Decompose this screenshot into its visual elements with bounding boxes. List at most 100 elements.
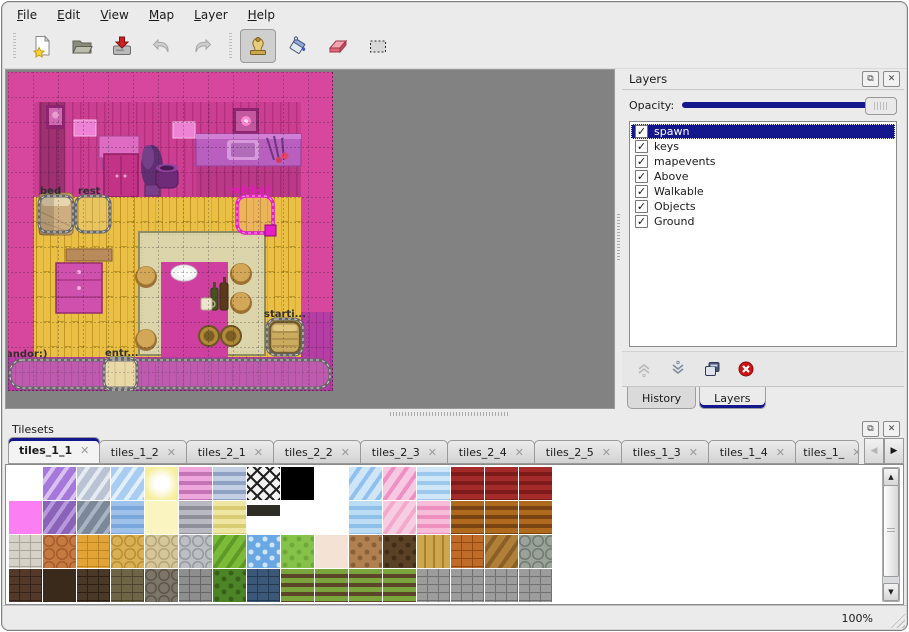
layer-row[interactable]: ✓ spawn bbox=[631, 124, 895, 139]
redo-button[interactable] bbox=[184, 29, 220, 63]
tileset-tile[interactable] bbox=[519, 467, 552, 500]
tileset-tile[interactable] bbox=[383, 501, 416, 534]
opacity-slider-handle[interactable] bbox=[865, 97, 897, 115]
tileset-tile[interactable] bbox=[485, 467, 518, 500]
tileset-tile[interactable] bbox=[9, 467, 42, 500]
tileset-tile[interactable] bbox=[111, 535, 144, 568]
tileset-tile[interactable] bbox=[349, 569, 382, 602]
tileset-tab[interactable]: tiles_1_ ✕ bbox=[795, 440, 859, 464]
tileset-tile[interactable] bbox=[451, 535, 484, 568]
close-tab-icon[interactable]: ✕ bbox=[341, 446, 350, 459]
tileset-tile[interactable] bbox=[213, 535, 246, 568]
tileset-tile[interactable] bbox=[417, 535, 450, 568]
lower-layer-button[interactable] bbox=[666, 357, 690, 381]
tileset-tile[interactable] bbox=[213, 501, 246, 534]
close-tab-icon[interactable]: ✕ bbox=[254, 446, 263, 459]
close-tab-icon[interactable]: ✕ bbox=[852, 446, 859, 459]
object-resize-handle[interactable] bbox=[265, 225, 276, 236]
tileset-tile[interactable] bbox=[77, 467, 110, 500]
float-panel-icon[interactable]: ⧉ bbox=[862, 71, 879, 87]
map-canvas[interactable]: bed rest mikhail andor:) entr... starti.… bbox=[8, 72, 333, 391]
tileset-tile[interactable] bbox=[43, 535, 76, 568]
tileset-tab[interactable]: tiles_1_3 ✕ bbox=[621, 440, 709, 464]
tileset-tile[interactable] bbox=[179, 569, 212, 602]
tileset-tile[interactable] bbox=[145, 569, 178, 602]
new-file-button[interactable] bbox=[24, 29, 60, 63]
tileset-tile[interactable] bbox=[451, 569, 484, 602]
tileset-tile[interactable] bbox=[519, 569, 552, 602]
scrollbar-thumb[interactable] bbox=[883, 485, 899, 577]
scroll-tabs-right-button[interactable]: ▶ bbox=[884, 438, 904, 464]
close-tab-icon[interactable]: ✕ bbox=[776, 446, 785, 459]
layer-visibility-checkbox[interactable]: ✓ bbox=[635, 125, 648, 138]
map-object-entrance[interactable] bbox=[104, 358, 137, 390]
tileset-tile[interactable] bbox=[315, 467, 348, 500]
tileset-tile[interactable] bbox=[179, 467, 212, 500]
tileset-tile[interactable] bbox=[213, 569, 246, 602]
tileset-tile[interactable] bbox=[485, 535, 518, 568]
tileset-tile[interactable] bbox=[145, 467, 178, 500]
map-object-rest[interactable] bbox=[76, 196, 110, 232]
tileset-tab[interactable]: tiles_2_2 ✕ bbox=[273, 440, 361, 464]
tileset-tile[interactable] bbox=[519, 535, 552, 568]
menu-item[interactable]: Layer bbox=[185, 6, 236, 24]
tileset-tile[interactable] bbox=[43, 467, 76, 500]
tileset-tile[interactable] bbox=[281, 467, 314, 500]
tileset-tile[interactable] bbox=[417, 467, 450, 500]
tileset-tile[interactable] bbox=[77, 569, 110, 602]
tileset-tile[interactable] bbox=[485, 569, 518, 602]
tileset-tab[interactable]: tiles_2_3 ✕ bbox=[360, 440, 448, 464]
undo-button[interactable] bbox=[144, 29, 180, 63]
map-object-mikhail-selected[interactable] bbox=[237, 196, 276, 236]
close-tab-icon[interactable]: ✕ bbox=[689, 446, 698, 459]
menu-item[interactable]: File bbox=[8, 6, 46, 24]
tileset-tile[interactable] bbox=[9, 535, 42, 568]
layer-visibility-checkbox[interactable]: ✓ bbox=[635, 200, 648, 213]
close-panel-icon[interactable]: ✕ bbox=[883, 421, 900, 437]
tileset-tile[interactable] bbox=[315, 501, 348, 534]
layer-visibility-checkbox[interactable]: ✓ bbox=[635, 185, 648, 198]
tileset-tile[interactable] bbox=[111, 467, 144, 500]
tileset-tile[interactable] bbox=[213, 467, 246, 500]
tileset-tile[interactable] bbox=[111, 569, 144, 602]
map-object-start[interactable] bbox=[267, 319, 303, 355]
bucket-fill-button[interactable] bbox=[280, 29, 316, 63]
scroll-tabs-left-button[interactable]: ◀ bbox=[864, 438, 884, 464]
tileset-tile[interactable] bbox=[9, 501, 42, 534]
tileset-tile[interactable] bbox=[315, 535, 348, 568]
tileset-tile[interactable] bbox=[247, 467, 280, 500]
layer-row[interactable]: ✓ Objects bbox=[631, 199, 895, 214]
save-button[interactable] bbox=[104, 29, 140, 63]
layer-row[interactable]: ✓ keys bbox=[631, 139, 895, 154]
tileset-tile[interactable] bbox=[43, 501, 76, 534]
tileset-tile[interactable] bbox=[383, 569, 416, 602]
close-tab-icon[interactable]: ✕ bbox=[428, 446, 437, 459]
menu-item[interactable]: View bbox=[91, 6, 137, 24]
tileset-tile[interactable] bbox=[281, 535, 314, 568]
eraser-button[interactable] bbox=[320, 29, 356, 63]
tileset-tile[interactable] bbox=[77, 501, 110, 534]
map-object-andor[interactable] bbox=[10, 360, 330, 388]
tileset-tile[interactable] bbox=[247, 535, 280, 568]
layer-row[interactable]: ✓ mapevents bbox=[631, 154, 895, 169]
tileset-tile[interactable] bbox=[281, 569, 314, 602]
tileset-tile[interactable] bbox=[77, 535, 110, 568]
close-tab-icon[interactable]: ✕ bbox=[80, 444, 89, 457]
layer-visibility-checkbox[interactable]: ✓ bbox=[635, 140, 648, 153]
tileset-tile[interactable] bbox=[247, 569, 280, 602]
layer-row[interactable]: ✓ Walkable bbox=[631, 184, 895, 199]
tileset-tab[interactable]: tiles_2_1 ✕ bbox=[186, 440, 274, 464]
tileset-tile[interactable] bbox=[383, 467, 416, 500]
tileset-tile[interactable] bbox=[349, 535, 382, 568]
menu-item[interactable]: Map bbox=[140, 6, 183, 24]
menu-item[interactable]: Edit bbox=[48, 6, 89, 24]
tileset-tab[interactable]: tiles_1_1 ✕ bbox=[8, 437, 100, 464]
rect-select-button[interactable] bbox=[360, 29, 396, 63]
tileset-tab[interactable]: tiles_1_4 ✕ bbox=[708, 440, 796, 464]
tileset-tile[interactable] bbox=[417, 501, 450, 534]
tileset-tile[interactable] bbox=[145, 501, 178, 534]
horizontal-splitter[interactable] bbox=[2, 409, 907, 419]
tileset-tab[interactable]: tiles_2_5 ✕ bbox=[534, 440, 622, 464]
tileset-tile[interactable] bbox=[281, 501, 314, 534]
opacity-slider[interactable] bbox=[682, 96, 897, 114]
